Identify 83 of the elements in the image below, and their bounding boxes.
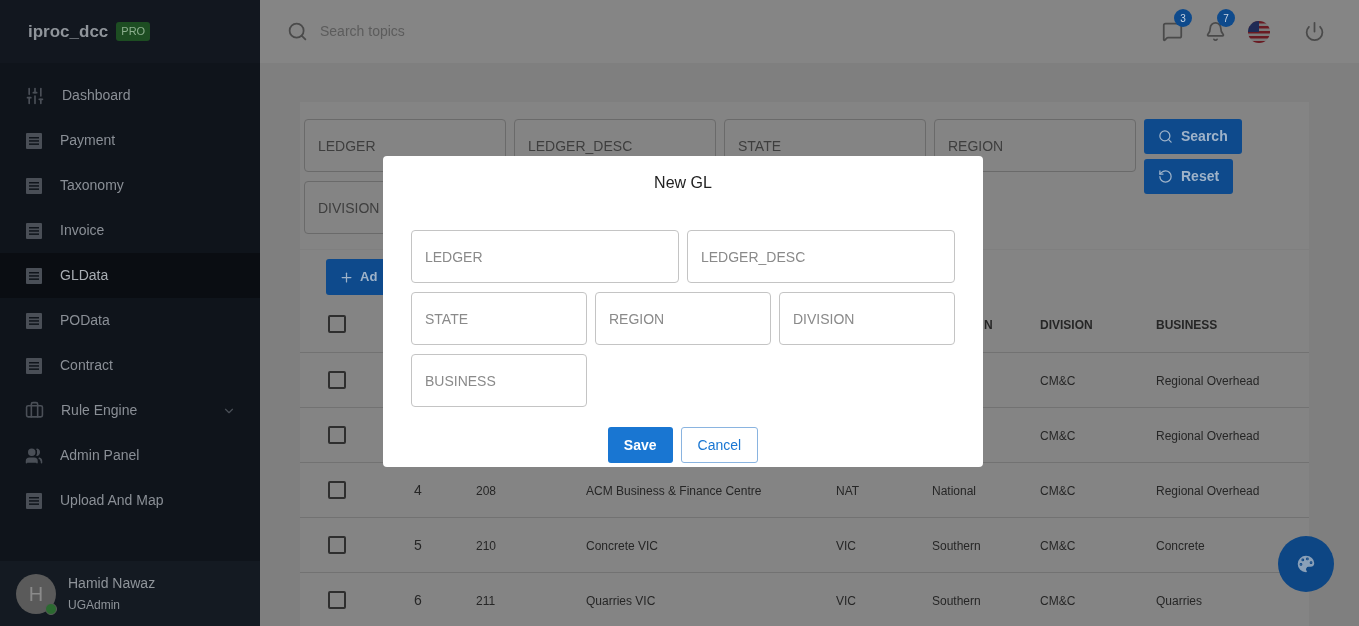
filter-field[interactable]: REGION [934, 119, 1136, 172]
table-cell: CM&C [1040, 374, 1076, 388]
users-icon [25, 446, 43, 465]
list-icon [25, 176, 43, 195]
table-cell: VIC [836, 594, 856, 608]
sidebar-item[interactable]: GLData [0, 253, 260, 298]
table-cell: 210 [476, 539, 497, 553]
briefcase-icon [25, 401, 44, 420]
table-cell: 4 [414, 482, 422, 498]
table-cell: Regional Overhead [1156, 484, 1260, 498]
table-cell: Quarries [1156, 594, 1202, 608]
column-header: DIVISION [1040, 317, 1093, 332]
user-name: Hamid Nawaz [68, 574, 156, 593]
table-cell: 211 [476, 594, 496, 608]
list-icon [25, 356, 43, 375]
filter-field[interactable]: LEDGER [304, 119, 506, 172]
search-icon [1158, 129, 1173, 144]
table-cell: Regional Overhead [1156, 374, 1260, 388]
checkbox[interactable] [328, 536, 346, 554]
text-field[interactable]: REGION [595, 292, 771, 345]
plus-icon [339, 269, 354, 285]
palette-button[interactable] [1278, 536, 1334, 592]
table-cell: CM&C [1040, 429, 1076, 443]
text-field[interactable]: DIVISION [779, 292, 955, 345]
sidebar-item[interactable]: Admin Panel [0, 433, 260, 478]
bell-icon[interactable] [1205, 21, 1226, 42]
app-name: iproc_dcc [28, 20, 109, 43]
count-badge: 7 [1217, 9, 1235, 27]
sidebar-item[interactable]: Upload And Map [0, 478, 260, 523]
table-cell: 5 [414, 537, 422, 553]
table-cell: NAT [836, 484, 860, 498]
table-cell: 208 [476, 484, 497, 498]
cancel-button[interactable]: Cancel [680, 427, 759, 463]
table-cell: Concrete VIC [586, 539, 659, 553]
text-field[interactable]: LEDGER [411, 230, 679, 283]
power-icon[interactable] [1304, 21, 1325, 42]
list-icon [25, 491, 43, 510]
list-icon [25, 131, 43, 150]
reset-icon [1158, 169, 1173, 184]
sidebar-item[interactable]: Contract [0, 343, 260, 388]
table-cell: Quarries VIC [586, 594, 656, 608]
sidebar-item[interactable]: Rule Engine [0, 388, 260, 433]
dialog-title: New GL [654, 173, 712, 193]
column-header: BUSINESS [1156, 317, 1218, 332]
pro-badge: PRO [116, 22, 151, 41]
column-header: N [983, 317, 993, 332]
palette-icon [1295, 553, 1317, 575]
save-button[interactable]: Save [607, 427, 673, 463]
table-cell: VIC [836, 539, 856, 553]
reset-button[interactable]: Reset [1144, 159, 1234, 194]
table-cell: Southern [932, 539, 981, 553]
checkbox[interactable] [328, 426, 346, 444]
count-badge: 3 [1174, 9, 1192, 27]
checkbox[interactable] [328, 371, 346, 389]
sidebar-item[interactable]: Invoice [0, 208, 260, 253]
text-field[interactable]: BUSINESS [411, 354, 587, 407]
flag-icon[interactable] [1248, 20, 1270, 43]
checkbox[interactable] [328, 591, 346, 609]
sliders-icon [25, 85, 45, 106]
table-cell: CM&C [1040, 484, 1076, 498]
table-cell: Concrete [1156, 539, 1205, 553]
search-icon [287, 21, 308, 42]
search-button[interactable]: Search [1144, 119, 1242, 154]
table-cell: CM&C [1040, 594, 1076, 608]
table-cell: Southern [932, 594, 981, 608]
list-icon [25, 266, 43, 285]
table-cell: ACM Business & Finance Centre [586, 484, 762, 498]
checkbox[interactable] [328, 481, 346, 499]
list-icon [25, 311, 43, 330]
sidebar-item[interactable]: Dashboard [0, 73, 260, 118]
list-icon [25, 221, 43, 240]
table-cell: CM&C [1040, 539, 1076, 553]
text-field[interactable]: LEDGER_DESC [687, 230, 955, 283]
checkbox[interactable] [328, 314, 346, 333]
sidebar-item[interactable]: Payment [0, 118, 260, 163]
user-role: UGAdmin [68, 597, 121, 614]
sidebar-item[interactable]: Taxonomy [0, 163, 260, 208]
table-cell: Regional Overhead [1156, 429, 1260, 443]
sidebar-item[interactable]: POData [0, 298, 260, 343]
message-icon[interactable] [1162, 21, 1183, 42]
table-cell: National [932, 484, 977, 498]
text-field[interactable]: STATE [411, 292, 587, 345]
table-cell: 6 [414, 592, 422, 608]
